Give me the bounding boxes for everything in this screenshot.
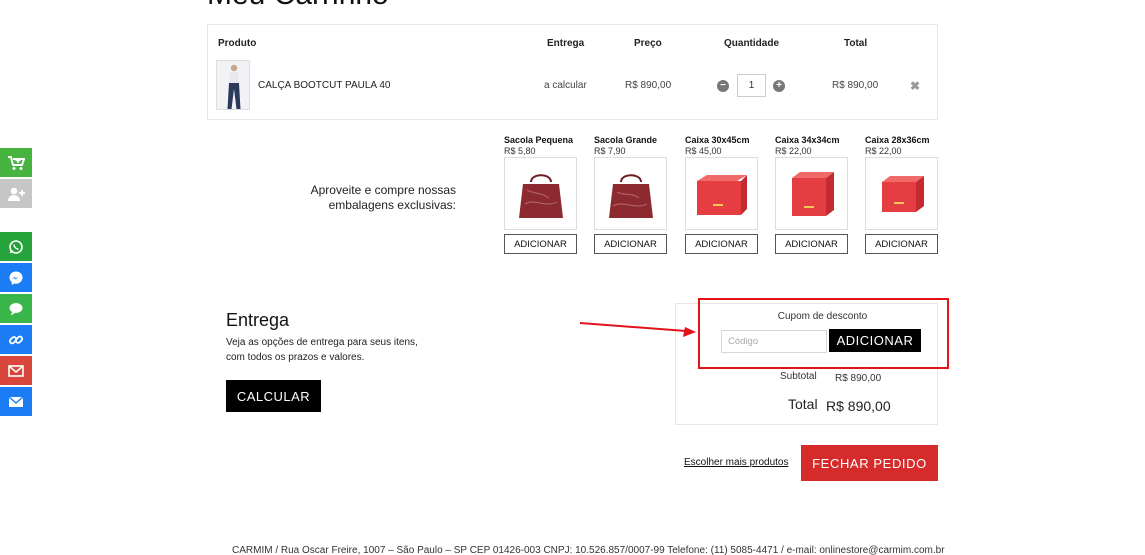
cart-item-name[interactable]: CALÇA BOOTCUT PAULA 40 [258, 80, 390, 91]
mail-icon[interactable] [0, 356, 32, 385]
add-packaging-button[interactable]: ADICIONAR [775, 234, 848, 254]
packaging-name: Caixa 30x45cm [685, 135, 750, 145]
delivery-title: Entrega [226, 310, 290, 330]
packaging-item: Caixa 30x45cm R$ 45,00 ADICIONAR [685, 135, 759, 254]
cart-item-total: R$ 890,00 [832, 80, 879, 91]
packaging-name: Sacola Pequena [504, 135, 574, 145]
chat-bubble-icon[interactable] [0, 294, 32, 323]
product-thumbnail[interactable] [216, 60, 250, 110]
packaging-price: R$ 22,00 [775, 146, 812, 156]
subtotal-label: Subtotal [780, 371, 817, 382]
packaging-price: R$ 7,90 [594, 146, 626, 156]
cart-item-delivery: a calcular [544, 80, 587, 91]
packaging-item: Sacola Grande R$ 7,90 ADICIONAR [594, 135, 668, 254]
cart-plus-icon[interactable] [0, 148, 32, 177]
header-price: Preço [634, 38, 662, 49]
header-quantity: Quantidade [724, 38, 780, 49]
subtotal-value: R$ 890,00 [835, 373, 882, 384]
packaging-promo-text: Aproveite e compre nossas embalagens exc… [310, 183, 456, 212]
continue-shopping-link[interactable]: Escolher mais produtos [684, 457, 789, 468]
total-label: Total [788, 396, 818, 412]
packaging-name: Caixa 28x36cm [865, 135, 930, 145]
bag-image [594, 157, 667, 230]
packaging-item: Caixa 28x36cm R$ 22,00 ADICIONAR [865, 135, 939, 254]
box-image [775, 157, 848, 230]
box-image [685, 157, 758, 230]
add-packaging-button[interactable]: ADICIONAR [594, 234, 667, 254]
box-image [865, 157, 938, 230]
header-product: Produto [218, 38, 257, 49]
checkout-button[interactable]: FECHAR PEDIDO [801, 445, 938, 481]
quantity-input[interactable]: 1 [737, 74, 766, 97]
packaging-item: Sacola Pequena R$ 5,80 ADICIONAR [504, 135, 578, 254]
annotation-arrow-icon [579, 322, 696, 337]
delivery-description: Veja as opções de entrega para seus iten… [226, 337, 418, 363]
packaging-price: R$ 5,80 [504, 146, 536, 156]
footer-info: CARMIM / Rua Oscar Freire, 1007 – São Pa… [232, 545, 945, 555]
cart-item-price: R$ 890,00 [625, 80, 672, 91]
remove-item-icon[interactable]: ✖ [910, 79, 920, 93]
page-title: Meu Carrinho [207, 0, 389, 12]
coupon-code-input[interactable]: Código [721, 330, 827, 353]
add-packaging-button[interactable]: ADICIONAR [504, 234, 577, 254]
bag-image [504, 157, 577, 230]
messenger-icon[interactable] [0, 263, 32, 292]
link-icon[interactable] [0, 325, 32, 354]
packaging-name: Sacola Grande [594, 135, 658, 145]
packaging-price: R$ 45,00 [685, 146, 722, 156]
calculate-shipping-button[interactable]: CALCULAR [226, 380, 321, 412]
header-delivery: Entrega [547, 38, 585, 49]
whatsapp-icon[interactable] [0, 232, 32, 261]
quantity-decrease-button[interactable]: − [717, 80, 729, 92]
add-user-icon[interactable] [0, 179, 32, 208]
coupon-label: Cupom de desconto [777, 311, 868, 322]
packaging-name: Caixa 34x34cm [775, 135, 840, 145]
envelope-icon[interactable] [0, 387, 32, 416]
apply-coupon-button[interactable]: ADICIONAR [829, 329, 921, 352]
add-packaging-button[interactable]: ADICIONAR [865, 234, 938, 254]
packaging-price: R$ 22,00 [865, 146, 902, 156]
total-value: R$ 890,00 [826, 398, 891, 414]
add-packaging-button[interactable]: ADICIONAR [685, 234, 758, 254]
packaging-item: Caixa 34x34cm R$ 22,00 ADICIONAR [775, 135, 849, 254]
social-sidebar [0, 148, 32, 418]
cart-table: Produto Entrega Preço Quantidade Total C… [207, 24, 938, 120]
quantity-increase-button[interactable]: + [773, 80, 785, 92]
header-total: Total [844, 38, 868, 49]
